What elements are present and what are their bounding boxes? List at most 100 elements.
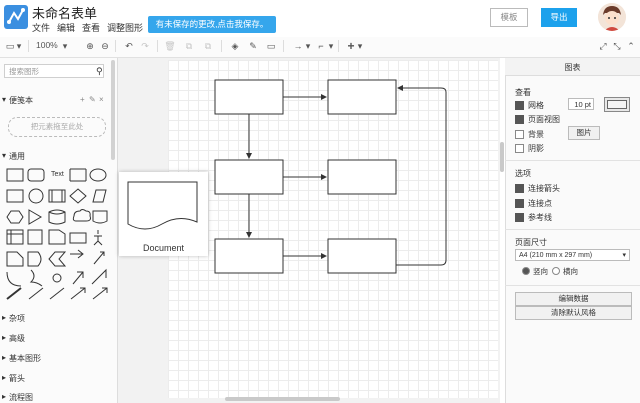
avatar-icon <box>598 3 626 31</box>
search-input[interactable]: 搜索图形 <box>4 64 104 78</box>
shadow-checkbox[interactable] <box>515 144 524 153</box>
fit-icon[interactable]: ⤡ <box>611 40 623 52</box>
grid-size-input[interactable]: 10 pt <box>568 98 594 110</box>
app-logo <box>4 5 28 29</box>
grid-checkbox[interactable] <box>515 101 524 110</box>
grid-color-swatch[interactable] <box>604 97 630 112</box>
flowchart-diagram[interactable] <box>168 60 498 398</box>
rectangle-shape <box>6 168 24 182</box>
flow-box-r3c1[interactable] <box>214 238 284 274</box>
arrow-line-shape-2 <box>92 287 108 300</box>
background-checkbox[interactable] <box>515 130 524 139</box>
to-back-icon[interactable]: ⧉ <box>202 40 214 52</box>
zoom-level[interactable]: 100% <box>36 40 58 50</box>
options-heading: 选项 <box>515 169 531 178</box>
fill-color-icon[interactable]: ◈ <box>229 40 241 52</box>
format-panel-icon[interactable]: ▭ <box>4 40 16 52</box>
chevron-down-icon[interactable]: ▾ <box>305 40 311 52</box>
grid-label: 网格 <box>528 101 544 110</box>
scratchpad-dropzone[interactable]: 把元素拖至此处 <box>8 117 106 137</box>
scratchpad-close-icon[interactable]: × <box>99 95 104 104</box>
export-button[interactable]: 导出 <box>541 8 577 27</box>
line-color-icon[interactable]: ✎ <box>247 40 259 52</box>
canvas-horizontal-scrollbar[interactable] <box>225 397 340 401</box>
chevron-down-icon[interactable]: ▾ <box>357 40 363 52</box>
connection-points-checkbox[interactable] <box>515 199 524 208</box>
general-shapes-palette[interactable] <box>4 164 114 304</box>
user-avatar[interactable] <box>598 3 626 31</box>
unsaved-changes-banner[interactable]: 有未保存的更改,点击我保存。 <box>148 16 276 33</box>
delete-icon[interactable]: 🗑 <box>164 40 176 52</box>
general-section-header[interactable]: 通用 <box>9 151 25 162</box>
flow-box-r1c1[interactable] <box>214 79 284 115</box>
chevron-right-icon[interactable]: ▸ <box>2 373 6 382</box>
scratchpad-header[interactable]: 便笺本 <box>9 95 33 106</box>
arrow-line-shape <box>70 287 86 300</box>
process-shape <box>48 189 66 203</box>
clear-default-style-button[interactable]: 清除默认风格 <box>515 306 632 320</box>
shadow-icon[interactable]: ▭ <box>265 40 277 52</box>
chevron-right-icon[interactable]: ▸ <box>2 392 6 401</box>
background-label: 背景 <box>528 130 544 139</box>
flow-box-r2c2[interactable] <box>327 159 397 195</box>
zoom-out-icon[interactable]: ⊖ <box>99 40 111 52</box>
guides-label: 参考线 <box>528 213 552 222</box>
connection-points-label: 连接点 <box>528 199 552 208</box>
chevron-down-icon[interactable]: ▾ <box>2 151 6 160</box>
redo-icon[interactable]: ↷ <box>139 40 151 52</box>
flow-box-r2c1[interactable] <box>214 159 284 195</box>
hexagon-shape <box>6 210 24 224</box>
undo-icon[interactable]: ↶ <box>123 40 135 52</box>
document-shape <box>92 210 108 224</box>
insert-plus-icon[interactable]: + <box>345 40 357 52</box>
scratchpad-edit-icon[interactable]: ✎ <box>89 95 96 104</box>
edit-data-button[interactable]: 编辑数据 <box>515 292 632 306</box>
category-misc[interactable]: 杂项 <box>9 313 25 324</box>
chevron-down-icon[interactable]: ▾ <box>2 95 6 104</box>
page-size-heading: 页面尺寸 <box>515 238 547 247</box>
cylinder-shape <box>48 209 66 225</box>
guides-checkbox[interactable] <box>515 213 524 222</box>
portrait-radio[interactable] <box>522 267 530 275</box>
zoom-chevron-icon[interactable]: ▾ <box>62 40 68 52</box>
menu-view[interactable]: 查看 <box>82 21 100 34</box>
template-button[interactable]: 模板 <box>490 8 528 27</box>
document-title[interactable]: 未命名表单 <box>32 3 97 22</box>
chevron-right-icon[interactable]: ▸ <box>2 333 6 342</box>
flow-box-r1c2[interactable] <box>327 79 397 115</box>
search-icon[interactable]: ⚲ <box>96 66 103 77</box>
left-panel-scrollbar[interactable] <box>111 60 115 160</box>
zoom-in-icon[interactable]: ⊕ <box>84 40 96 52</box>
image-button[interactable]: 图片 <box>568 126 600 140</box>
chevron-down-icon[interactable]: ▾ <box>16 40 22 52</box>
scratchpad-add-icon[interactable]: + <box>80 95 85 104</box>
chevron-right-icon[interactable]: ▸ <box>2 353 6 362</box>
landscape-radio[interactable] <box>552 267 560 275</box>
connector-loop-arrow[interactable] <box>396 85 447 266</box>
text-shape-label[interactable]: Text <box>51 171 64 178</box>
chevron-right-icon[interactable]: ▸ <box>2 313 6 322</box>
page-size-select[interactable]: A4 (210 mm x 297 mm) ▾ <box>515 249 630 261</box>
category-advanced[interactable]: 高级 <box>9 333 25 344</box>
to-front-icon[interactable]: ⧉ <box>183 40 195 52</box>
chevron-down-icon[interactable]: ▾ <box>328 40 334 52</box>
actor-shape <box>93 230 103 246</box>
section-divider <box>505 160 640 161</box>
canvas-vertical-scrollbar[interactable] <box>500 142 504 172</box>
category-basic[interactable]: 基本图形 <box>9 353 41 364</box>
connection-arrows-checkbox[interactable] <box>515 184 524 193</box>
flow-box-r3c2[interactable] <box>327 238 397 274</box>
format-panel-title[interactable]: 图表 <box>505 62 640 73</box>
quarter-arc-shape <box>6 271 22 287</box>
fullscreen-icon[interactable]: ⤢ <box>597 40 609 52</box>
connection-style-icon[interactable]: → <box>290 40 306 52</box>
collapse-icon[interactable]: ⌃ <box>625 40 637 52</box>
menu-arrange[interactable]: 调整图形 <box>107 21 143 34</box>
menu-edit[interactable]: 编辑 <box>57 21 75 34</box>
category-arrows[interactable]: 箭头 <box>9 373 25 384</box>
waypoints-icon[interactable]: ⌐ <box>314 40 328 52</box>
menu-file[interactable]: 文件 <box>32 21 50 34</box>
toolbar-divider <box>115 40 116 52</box>
page-view-checkbox[interactable] <box>515 115 524 124</box>
category-flowchart[interactable]: 流程图 <box>9 392 33 403</box>
